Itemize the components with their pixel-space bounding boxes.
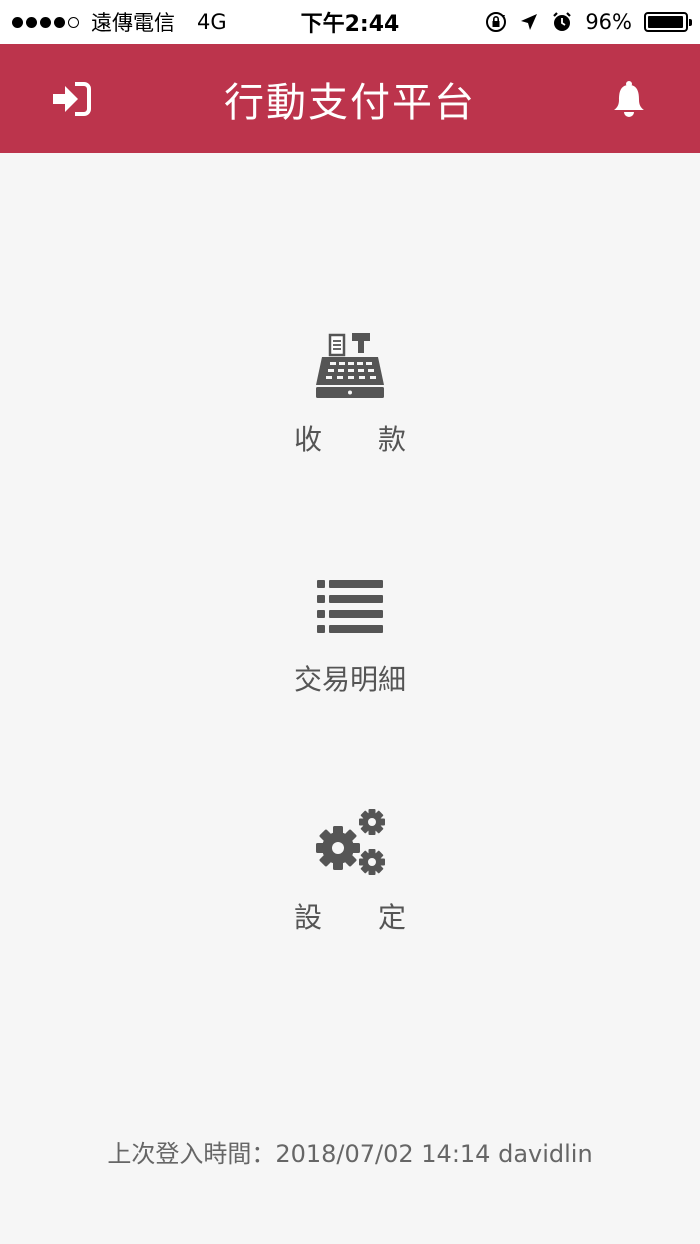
- menu-label-transaction-details: 交易明細: [293, 663, 406, 696]
- status-right: 96%: [485, 0, 692, 44]
- notifications-button[interactable]: [601, 71, 657, 127]
- list-icon: [310, 570, 390, 642]
- signal-strength-icon: [12, 16, 79, 28]
- last-login-info: 上次登入時間：2018/07/02 14:14 davidlin: [0, 1134, 700, 1169]
- carrier-name: 遠傳電信: [91, 11, 175, 35]
- page-title: 行動支付平台: [224, 79, 476, 126]
- last-login-label: 上次登入時間：: [107, 1140, 276, 1168]
- menu-item-transaction-details[interactable]: 交易明細: [250, 570, 450, 698]
- last-login-value: 2018/07/02 14:14 davidlin: [275, 1140, 593, 1168]
- bell-icon: [614, 81, 644, 117]
- alarm-icon: [553, 12, 572, 31]
- menu-item-settings[interactable]: 設 定: [250, 808, 450, 936]
- status-bar: 遠傳電信 4G 下午2:44 96%: [0, 0, 700, 44]
- battery-percent: 96%: [585, 10, 632, 34]
- menu-label-settings: 設 定: [293, 901, 406, 934]
- menu-item-collect-payment[interactable]: 收 款: [250, 330, 450, 458]
- rotation-lock-icon: [486, 12, 507, 32]
- battery-icon: [644, 12, 692, 32]
- status-left: 遠傳電信 4G: [12, 0, 227, 44]
- cash-register-icon: [310, 330, 390, 402]
- location-arrow-icon: [521, 14, 538, 30]
- gears-icon: [310, 808, 390, 880]
- app-header: 行動支付平台: [0, 44, 700, 153]
- battery-level: [648, 16, 683, 28]
- network-type: 4G: [197, 10, 227, 34]
- menu-label-collect-payment: 收 款: [293, 423, 406, 456]
